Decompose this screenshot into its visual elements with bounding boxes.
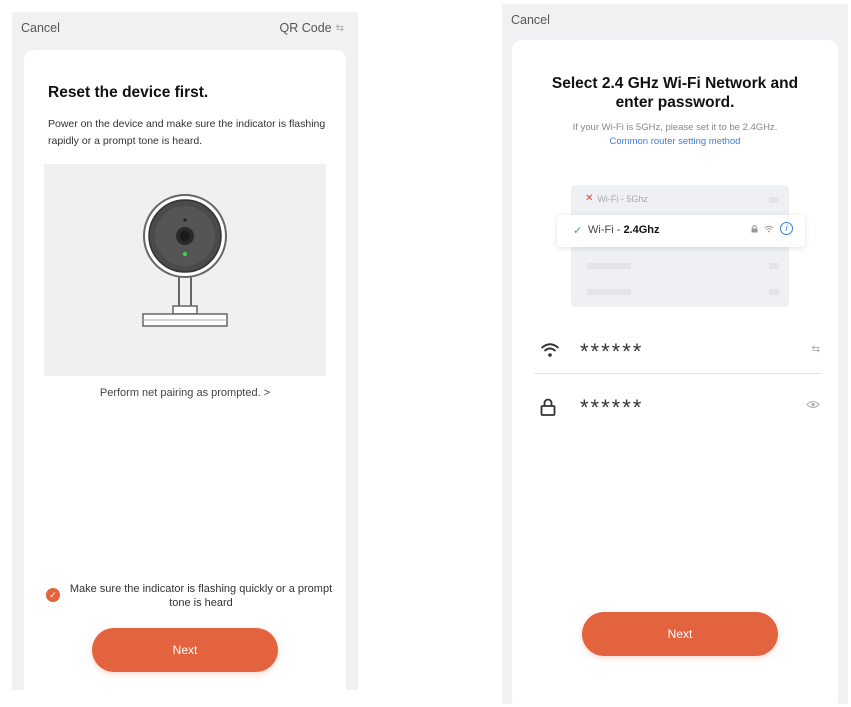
network-5g-label: Wi-Fi - 5Ghz [597, 193, 648, 204]
password-input[interactable]: ****** [534, 392, 822, 422]
title-line-2: enter password. [615, 94, 735, 111]
cancel-button[interactable]: Cancel [511, 13, 550, 27]
content-card: Reset the device first. Power on the dev… [24, 50, 346, 690]
confirm-label: Make sure the indicator is flashing quic… [69, 583, 333, 609]
checkmark-icon[interactable]: ✓ [46, 588, 60, 602]
password-value: ****** [580, 395, 644, 420]
placeholder-line [587, 289, 631, 295]
confirm-checkbox-row[interactable]: ✓ Make sure the indicator is flashing qu… [46, 582, 336, 610]
lock-icon [751, 224, 758, 232]
info-icon: i [780, 222, 793, 235]
router-setting-link[interactable]: Common router setting method [512, 136, 838, 147]
cancel-button[interactable]: Cancel [21, 21, 60, 35]
qr-code-label: QR Code [279, 21, 332, 35]
wifi-icon [540, 343, 560, 357]
network-status-icons: i [751, 222, 793, 235]
wifi-list-illustration: ✕ Wi-Fi - 5Ghz ✓ Wi-Fi - 2.4Ghz i [557, 185, 805, 307]
network-24-label: Wi-Fi - 2.4Ghz [588, 224, 660, 236]
instruction-text: Power on the device and make sure the in… [48, 118, 326, 147]
divider [534, 373, 822, 374]
next-button[interactable]: Next [582, 612, 778, 656]
qr-code-button[interactable]: QR Code ⇆ [280, 21, 345, 35]
close-x-icon: ✕ [585, 193, 594, 204]
reset-device-screen: Cancel QR Code ⇆ Reset the device first.… [12, 12, 358, 690]
page-title: Reset the device first. [48, 84, 209, 101]
placeholder-block [769, 263, 779, 269]
checkmark-icon: ✓ [573, 225, 583, 237]
title-line-1: Select 2.4 GHz Wi-Fi Network and [551, 75, 799, 92]
eye-icon[interactable] [806, 400, 820, 409]
switch-network-icon[interactable]: ⇆ [812, 344, 820, 355]
wifi-name-input[interactable]: ****** ⇆ [534, 336, 822, 366]
lock-icon [540, 398, 556, 416]
placeholder-block [769, 289, 779, 295]
content-card: Select 2.4 GHz Wi-Fi Network and enter p… [512, 40, 838, 704]
page-title: Select 2.4 GHz Wi-Fi Network and enter p… [512, 74, 838, 112]
placeholder-line [587, 263, 631, 269]
wifi-icon [764, 225, 774, 232]
qr-switch-icon: ⇆ [335, 22, 344, 34]
network-24-row: ✓ Wi-Fi - 2.4Ghz i [557, 215, 805, 247]
placeholder-block [769, 197, 779, 203]
net-pairing-link[interactable]: Perform net pairing as prompted. > [24, 387, 346, 399]
wifi-band-hint: If your Wi-Fi is 5GHz, please set it to … [572, 122, 778, 133]
network-24-band: 2.4Ghz [623, 224, 660, 236]
network-24-prefix: Wi-Fi - [588, 224, 621, 236]
next-button[interactable]: Next [92, 628, 278, 672]
wifi-name-value: ****** [580, 339, 644, 364]
wifi-setup-screen: Cancel Select 2.4 GHz Wi-Fi Network and … [502, 4, 848, 704]
top-bar: Cancel QR Code ⇆ [12, 12, 358, 46]
camera-illustration [142, 194, 228, 327]
device-illustration [44, 164, 326, 376]
network-5g-row: ✕ Wi-Fi - 5Ghz [585, 193, 648, 204]
top-bar: Cancel [502, 4, 848, 38]
